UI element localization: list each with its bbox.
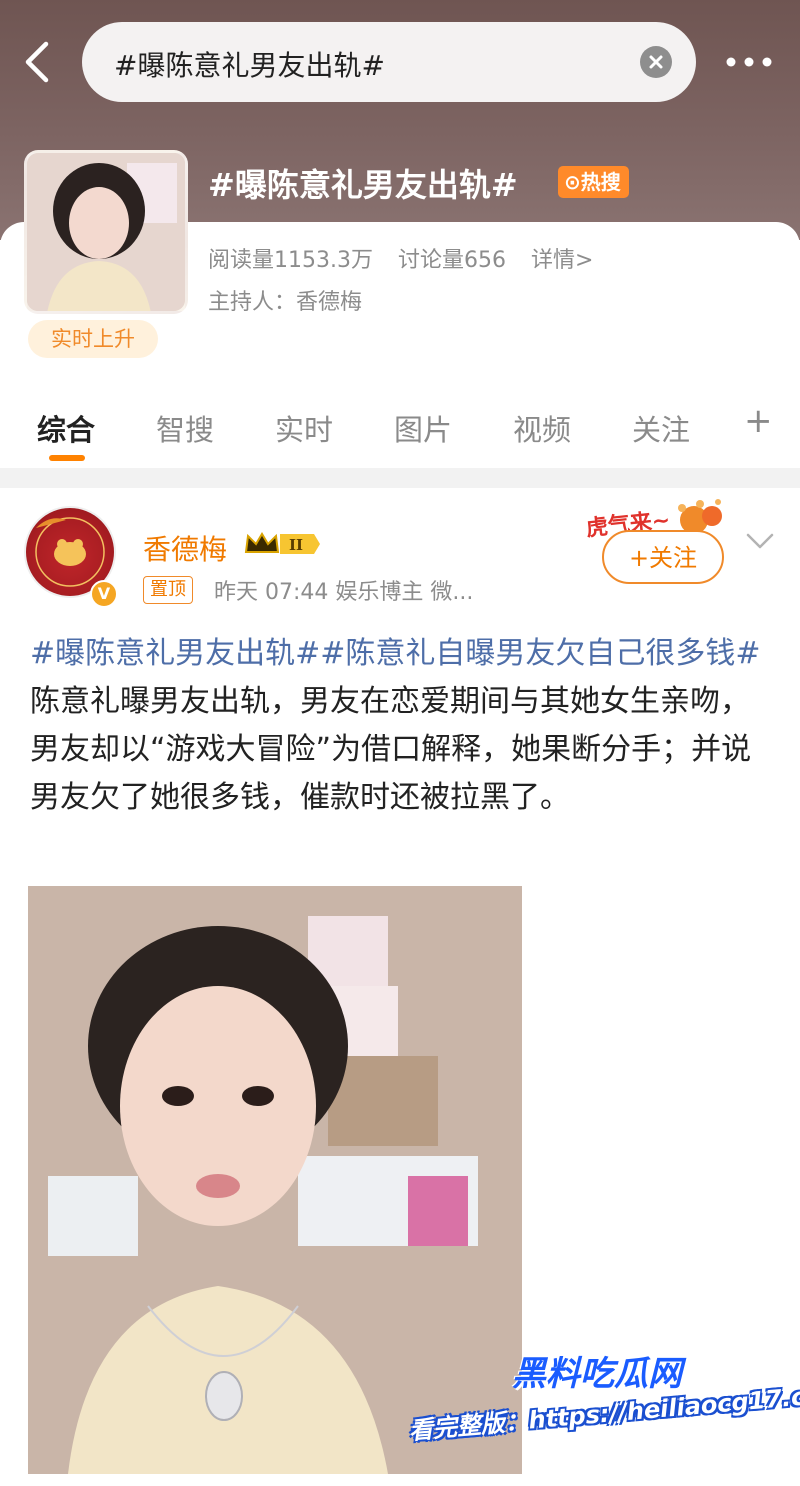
rising-badge: 实时上升 — [28, 320, 158, 358]
discussion-count: 讨论量656 — [397, 248, 506, 273]
add-tab-button[interactable]: + — [744, 401, 773, 441]
hot-search-badge: ⊙热搜 — [558, 166, 629, 198]
hashtag-link[interactable]: #陈意礼自曝男友欠自己很多钱# — [320, 636, 760, 671]
clear-icon[interactable] — [640, 46, 672, 78]
follow-button[interactable]: +关注 — [602, 530, 724, 584]
topic-thumbnail[interactable] — [24, 150, 188, 314]
topic-host: 主持人：香德梅 — [208, 290, 363, 315]
tab-realtime[interactable]: 实时 — [275, 407, 333, 449]
more-icon[interactable] — [724, 50, 774, 74]
tab-comprehensive[interactable]: 综合 — [37, 407, 95, 449]
post-body: #曝陈意礼男友出轨##陈意礼自曝男友欠自己很多钱# 陈意礼曝男友出轨，男友在恋爱… — [30, 630, 766, 822]
watermark-title: 黑料吃瓜网 — [512, 1354, 682, 1394]
post-meta: 昨天 07:44 娱乐博主 微... — [214, 580, 474, 605]
tab-bar: 综合 智搜 实时 图片 视频 关注 + — [0, 395, 800, 465]
tab-videos[interactable]: 视频 — [513, 407, 571, 449]
details-link[interactable]: 详情> — [531, 248, 593, 273]
chevron-left-icon — [25, 41, 49, 83]
back-button[interactable] — [18, 40, 58, 84]
active-tab-indicator — [49, 455, 85, 461]
topic-title: #曝陈意礼男友出轨# — [208, 166, 518, 204]
section-divider — [0, 468, 800, 488]
pinned-badge: 置顶 — [143, 576, 193, 604]
search-input[interactable]: #曝陈意礼男友出轨# — [114, 44, 385, 84]
vip-crown-icon: II — [244, 530, 322, 558]
hot-icon: ⊙ — [564, 170, 581, 194]
verified-icon: V — [90, 580, 118, 608]
tab-following[interactable]: 关注 — [632, 407, 690, 449]
tab-images[interactable]: 图片 — [394, 407, 452, 449]
search-bar[interactable]: #曝陈意礼男友出轨# — [82, 22, 696, 102]
svg-text:II: II — [289, 536, 303, 554]
read-count: 阅读量1153.3万 — [208, 248, 373, 273]
tab-smart-search[interactable]: 智搜 — [156, 407, 214, 449]
topic-stats: 阅读量1153.3万 讨论量656 详情> — [208, 242, 611, 274]
post-body-text: 陈意礼曝男友出轨，男友在恋爱期间与其她女生亲吻，男友却以“游戏大冒险”为借口解释… — [30, 684, 752, 815]
author-name[interactable]: 香德梅 — [143, 528, 227, 568]
chevron-down-icon[interactable] — [744, 530, 776, 552]
hashtag-link[interactable]: #曝陈意礼男友出轨# — [30, 636, 320, 671]
post-image[interactable] — [28, 886, 522, 1474]
